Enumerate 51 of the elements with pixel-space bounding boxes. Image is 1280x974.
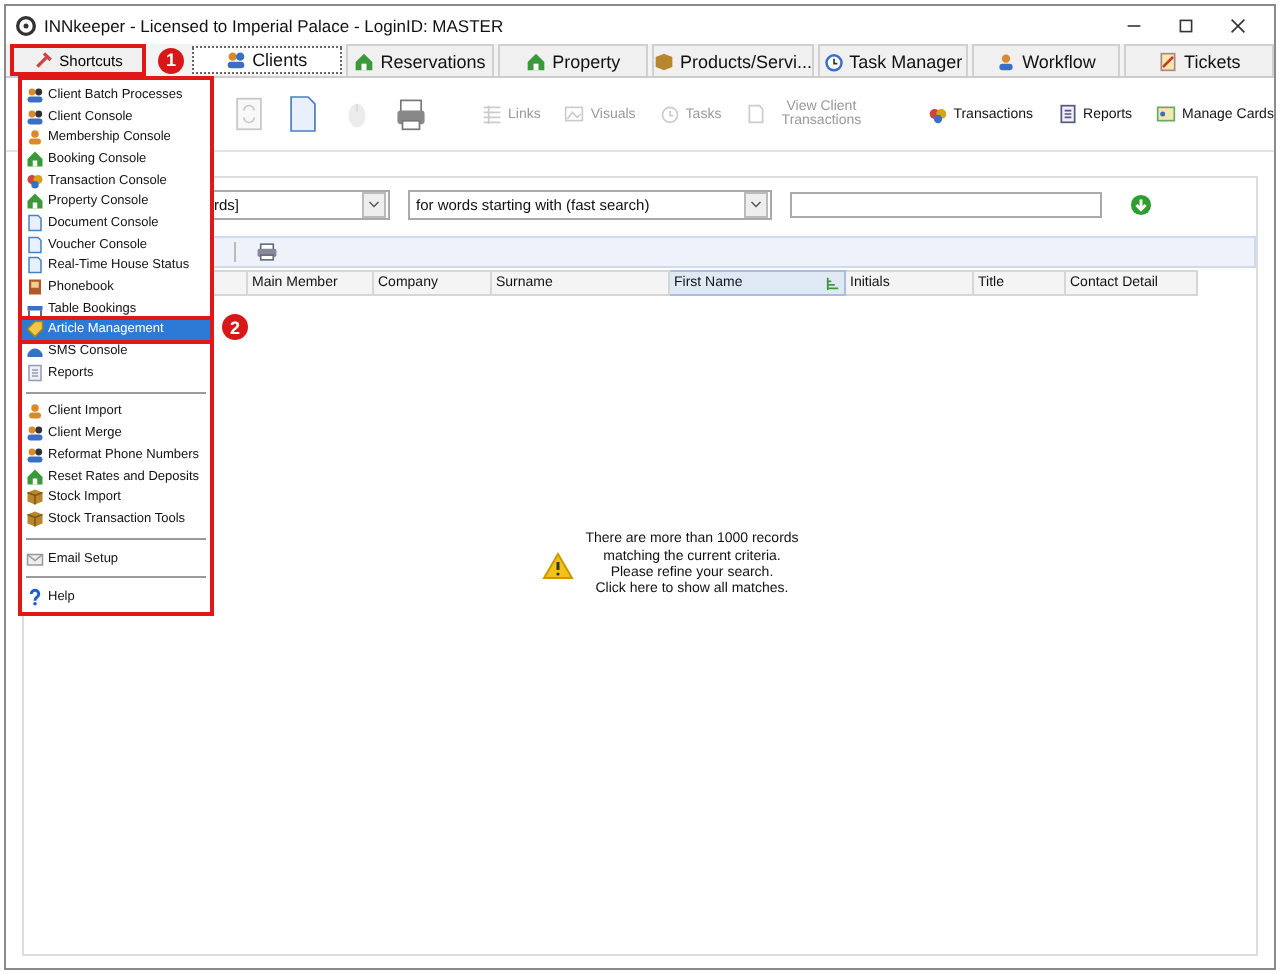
chevron-down-icon[interactable] (368, 200, 380, 210)
tag-icon (26, 320, 44, 339)
envelope-icon (26, 549, 44, 568)
tab[interactable]: Task Manager (818, 44, 968, 76)
people-icon (26, 445, 44, 464)
people-icon (26, 85, 44, 104)
tab[interactable]: Property (498, 44, 648, 76)
house-icon (526, 51, 547, 71)
grid-icon (482, 104, 502, 124)
card-icon (1156, 104, 1177, 124)
house-icon (26, 149, 44, 168)
clock-icon (659, 104, 680, 124)
people-icon (26, 107, 44, 126)
coins-icon (26, 171, 44, 190)
list-icon (1057, 104, 1078, 124)
house-icon (354, 51, 375, 71)
book-icon (26, 278, 44, 297)
people-icon (226, 50, 247, 70)
tab[interactable]: Clients (192, 46, 342, 74)
box-icon (26, 509, 44, 528)
callout-badge: 2 (222, 314, 248, 340)
clock-icon (823, 51, 844, 71)
tab[interactable]: Reservations (345, 44, 495, 76)
box-icon (26, 488, 44, 507)
maximize-icon[interactable] (1178, 17, 1194, 33)
tab[interactable]: Products/Servi... (651, 44, 814, 76)
list-icon (26, 363, 44, 382)
tab[interactable]: Tickets (1124, 44, 1274, 76)
box-icon (653, 51, 674, 71)
house-icon (26, 192, 44, 211)
close-icon[interactable] (1230, 17, 1246, 33)
go-arrow-icon[interactable] (1130, 194, 1152, 216)
refresh-icon (232, 94, 266, 134)
people-icon (26, 424, 44, 443)
person-icon (26, 402, 44, 421)
callout-badge: 1 (158, 47, 184, 73)
picture-frame-icon (564, 104, 585, 124)
house-icon (26, 467, 44, 486)
window-title: INNkeeper - Licensed to Imperial Palace - LoginID: MASTER (44, 15, 506, 35)
chevron-down-icon[interactable] (750, 200, 762, 210)
sort-icon (826, 276, 840, 290)
search-input-field[interactable] (790, 192, 1102, 218)
tab[interactable]: Workflow (971, 44, 1121, 76)
warning-icon (541, 552, 574, 580)
help-icon (26, 588, 44, 607)
coins-icon (927, 104, 948, 124)
app-logo-icon (16, 15, 36, 35)
printer-icon (394, 94, 428, 134)
person-icon (26, 128, 44, 147)
person-icon (996, 51, 1017, 71)
printer-icon[interactable] (256, 242, 278, 262)
